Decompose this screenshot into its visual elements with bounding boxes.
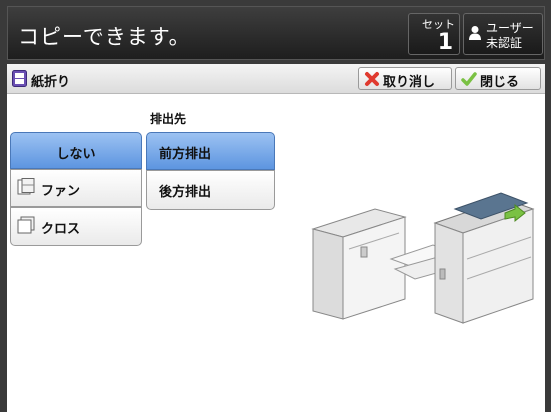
- output-option-back[interactable]: 後方排出: [146, 170, 275, 210]
- cancel-label: 取り消し: [383, 75, 436, 90]
- main-panel: 紙折り 取り消し 閉じる しない ファン クロス 排出先 前方排出 後方排出: [7, 64, 545, 412]
- fold-option-label: クロス: [41, 222, 81, 237]
- fold-option-fan[interactable]: ファン: [10, 169, 142, 207]
- fold-option-label: ファン: [41, 184, 81, 199]
- output-option-label: 後方排出: [159, 185, 212, 200]
- user-auth-button[interactable]: ユーザー 未認証: [463, 13, 543, 55]
- cancel-button[interactable]: 取り消し: [358, 67, 452, 90]
- fold-option-none[interactable]: しない: [10, 132, 142, 169]
- folder-machine-illustration: [311, 192, 535, 324]
- checkmark-icon: [461, 72, 477, 86]
- output-option-front[interactable]: 前方排出: [146, 132, 275, 170]
- fan-fold-icon: [17, 178, 35, 195]
- output-section-label: 排出先: [150, 112, 187, 126]
- cancel-x-icon: [365, 72, 379, 86]
- set-count: 1: [437, 30, 453, 55]
- fold-option-label: しない: [56, 147, 96, 162]
- status-message: コピーできます。: [18, 25, 191, 49]
- close-label: 閉じる: [480, 75, 520, 90]
- cross-fold-icon: [17, 216, 35, 234]
- screen-frame: コピーできます。 セット 1 ユーザー 未認証 紙折り 取り消し 閉じる しない…: [0, 0, 551, 412]
- panel-title: 紙折り: [31, 75, 71, 90]
- panel-titlebar: 紙折り 取り消し 閉じる: [7, 64, 545, 94]
- status-header: コピーできます。 セット 1 ユーザー 未認証: [7, 6, 545, 60]
- set-count-box: セット 1: [408, 13, 460, 55]
- paper-fold-icon: [12, 70, 27, 87]
- user-icon: [469, 26, 481, 40]
- fold-option-cross[interactable]: クロス: [10, 207, 142, 246]
- auth-status: 未認証: [486, 36, 523, 50]
- output-option-label: 前方排出: [159, 147, 212, 162]
- close-button[interactable]: 閉じる: [455, 67, 541, 90]
